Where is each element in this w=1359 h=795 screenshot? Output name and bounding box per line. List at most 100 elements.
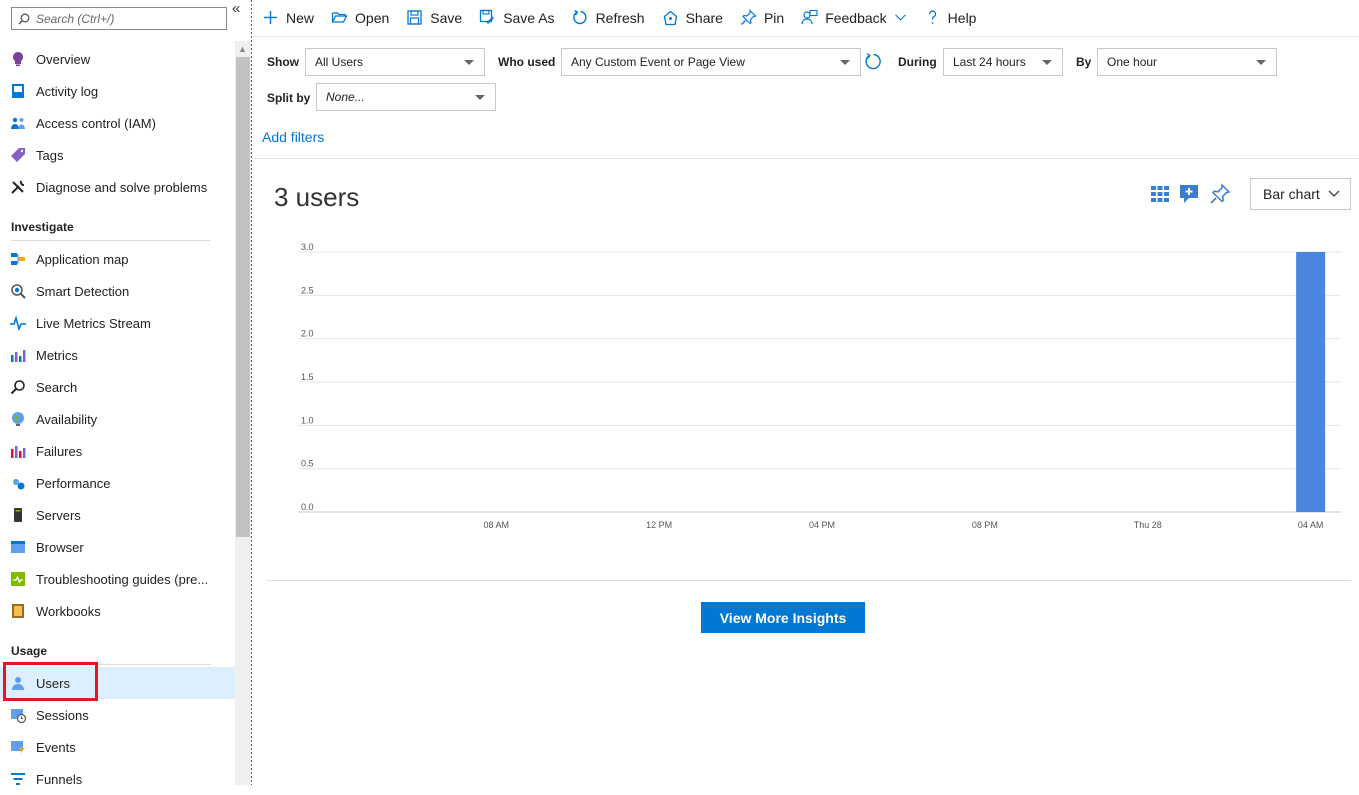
reset-refresh-icon[interactable] [864,52,883,71]
show-value: All Users [315,55,364,69]
sidebar-item-label: Metrics [36,347,78,363]
pin-label: Pin [763,9,785,26]
sidebar-item-events[interactable]: Events [0,731,235,763]
new-button[interactable]: New [262,9,314,26]
sidebar-item-label: Overview [36,51,91,67]
sidebar-item-diagnose-and-solve-problems[interactable]: Diagnose and solve problems [0,171,235,203]
share-button[interactable]: Share [662,9,723,26]
x-tick-label: 04 AM [1298,520,1324,530]
scrollbar-thumb[interactable] [236,57,250,537]
sidebar-item-label: Troubleshooting guides (pre... [36,571,209,587]
sidebar-item-application-map[interactable]: Application map [0,243,235,275]
who-used-value: Any Custom Event or Page View [571,55,745,69]
refresh-button[interactable]: Refresh [572,9,645,26]
sidebar-item-smart-detection[interactable]: Smart Detection [0,275,235,307]
sidebar: « Overview Activity log Access control (IA… [0,0,251,787]
y-tick-label: 0.0 [301,502,314,512]
save-icon [407,10,422,25]
caret-down-icon [464,60,474,65]
by-dropdown[interactable]: One hour [1097,48,1277,76]
pane-divider [251,0,252,785]
add-filters-link[interactable]: Add filters [262,129,324,145]
split-by-label: Split by [267,91,311,105]
y-tick-label: 2.0 [301,329,314,339]
refresh-label: Refresh [595,9,645,26]
open-label: Open [355,9,390,26]
y-tick-label: 1.0 [301,415,314,425]
app-map-icon [10,251,26,267]
search-icon [18,13,30,24]
sidebar-item-overview[interactable]: Overview [0,43,235,75]
during-dropdown[interactable]: Last 24 hours [943,48,1063,76]
sidebar-item-tags[interactable]: Tags [0,139,235,171]
show-dropdown[interactable]: All Users [305,48,485,76]
sidebar-item-troubleshooting-guides-pre[interactable]: Troubleshooting guides (pre... [0,563,235,595]
search-box[interactable] [11,7,227,30]
chart-type-dropdown[interactable]: Bar chart [1250,178,1351,210]
collapse-sidebar-button[interactable]: « [232,0,240,17]
sidebar-item-performance[interactable]: Performance [0,467,235,499]
troubleshoot-icon [10,571,26,587]
sessions-icon [10,707,26,723]
y-tick-label: 2.5 [301,285,314,295]
caret-down-icon [1256,60,1266,65]
sidebar-item-workbooks[interactable]: Workbooks [0,595,235,627]
save-as-button[interactable]: Save As [479,9,555,26]
sidebar-item-search[interactable]: Search [0,371,235,403]
sidebar-item-label: Access control (IAM) [36,115,156,131]
refresh-icon [572,9,587,25]
sidebar-scrollbar[interactable]: ▲ [235,41,251,785]
chart-bar[interactable] [1296,252,1326,512]
by-value: One hour [1107,55,1158,69]
sidebar-item-label: Servers [36,507,81,523]
pin-chart-icon[interactable] [1209,183,1231,205]
pin-icon [740,9,757,25]
events-icon [10,739,26,755]
feedback-icon [801,9,818,25]
feedback-button[interactable]: Feedback [801,9,906,26]
sidebar-item-live-metrics-stream[interactable]: Live Metrics Stream [0,307,235,339]
new-label: New [286,9,315,26]
sidebar-item-access-control-iam[interactable]: Access control (IAM) [0,107,235,139]
grid-view-icon[interactable] [1149,183,1171,205]
save-button[interactable]: Save [406,9,462,26]
open-button[interactable]: Open [331,9,389,26]
metrics-icon [10,347,26,363]
filters-divider [252,158,1359,159]
usage-heading: Usage [11,644,48,658]
sidebar-item-sessions[interactable]: Sessions [0,699,235,731]
section-divider [11,664,211,665]
workbook-icon [10,603,26,619]
sidebar-item-label: Browser [36,539,84,555]
who-used-dropdown[interactable]: Any Custom Event or Page View [561,48,861,76]
save-label: Save [430,9,463,26]
sidebar-item-funnels[interactable]: Funnels [0,763,235,795]
help-label: Help [947,9,977,26]
sidebar-item-metrics[interactable]: Metrics [0,339,235,371]
help-button[interactable]: Help [924,9,977,26]
overview-icon [10,51,26,67]
pin-button[interactable]: Pin [740,9,784,26]
sidebar-item-browser[interactable]: Browser [0,531,235,563]
share-label: Share [685,9,723,26]
add-comment-icon[interactable] [1178,183,1200,205]
scroll-up-icon[interactable]: ▲ [238,44,247,54]
sidebar-item-servers[interactable]: Servers [0,499,235,531]
sidebar-item-label: Smart Detection [36,283,130,299]
sidebar-item-failures[interactable]: Failures [0,435,235,467]
search-input[interactable] [36,11,216,26]
pulse-icon [10,315,26,331]
caret-down-icon [1042,60,1052,65]
sidebar-item-users[interactable]: Users [0,667,235,699]
sidebar-item-activity-log[interactable]: Activity log [0,75,235,107]
x-tick-label: 08 PM [972,520,998,530]
view-more-insights-button[interactable]: View More Insights [701,602,865,633]
sidebar-item-label: Failures [36,443,83,459]
x-tick-label: 04 PM [809,520,835,530]
split-by-dropdown[interactable]: None... [316,83,496,111]
toolbar-divider [252,36,1359,37]
plus-icon [264,11,277,24]
sidebar-item-availability[interactable]: Availability [0,403,235,435]
during-value: Last 24 hours [953,55,1026,69]
sidebar-item-label: Availability [36,411,98,427]
